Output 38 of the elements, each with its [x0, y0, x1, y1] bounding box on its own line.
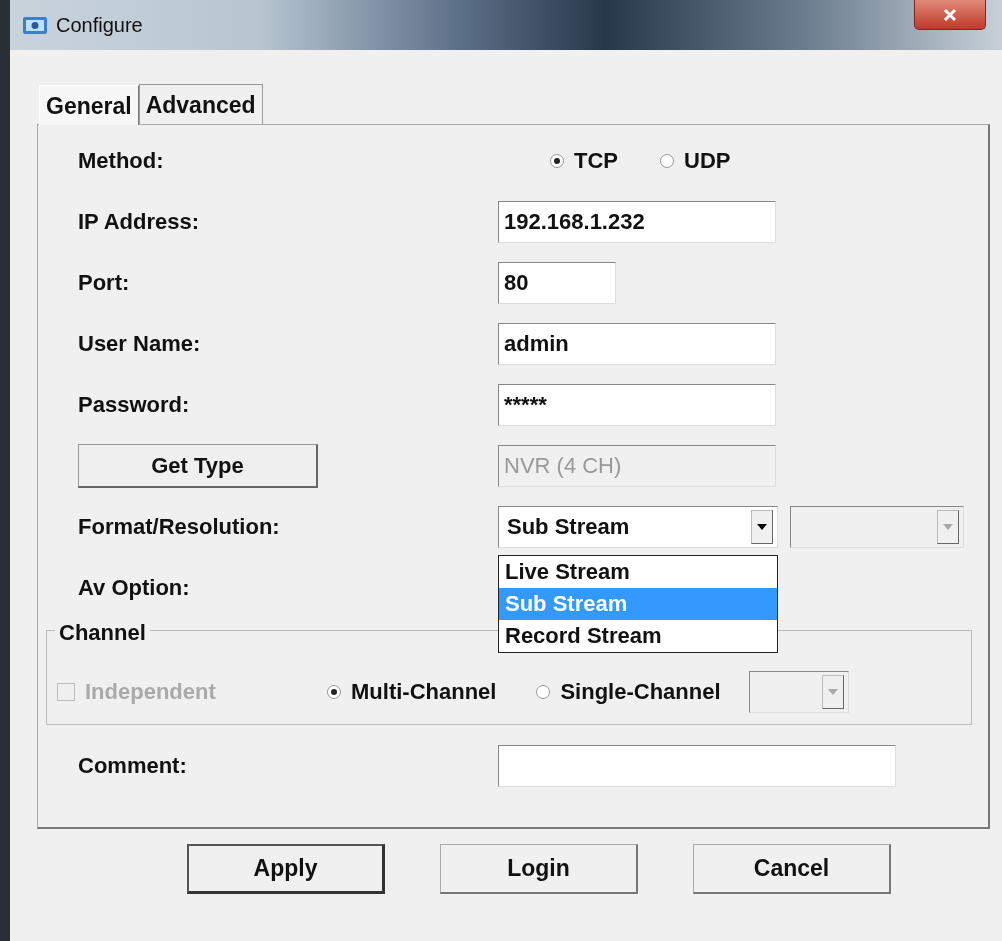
- close-icon: [943, 7, 957, 22]
- dialog-button[interactable]: Login: [440, 844, 638, 894]
- field-label: Format/Resolution:: [78, 513, 281, 541]
- dialog-button[interactable]: Cancel: [693, 844, 891, 894]
- input-field[interactable]: 192.168.1.232: [498, 200, 776, 243]
- radio-label: Single-Channel: [560, 678, 721, 706]
- radio-button[interactable]: [550, 153, 564, 168]
- caret-icon: [827, 688, 838, 695]
- dropdown[interactable]: Sub Stream: [498, 505, 778, 548]
- input-field[interactable]: 80: [498, 261, 616, 304]
- field-label: Method:: [78, 147, 165, 175]
- field-label: Av Option:: [78, 574, 191, 602]
- radio-label: UDP: [684, 147, 731, 175]
- input-field: NVR (4 CH): [498, 444, 776, 487]
- input-field[interactable]: *****: [498, 383, 776, 426]
- close-button[interactable]: [914, 0, 986, 30]
- dialog-button[interactable]: Apply: [187, 844, 385, 894]
- radio-label: TCP: [574, 147, 618, 175]
- input-field[interactable]: admin: [498, 322, 776, 365]
- caret-icon: [943, 523, 953, 530]
- app-icon: [22, 14, 48, 36]
- dropdown-option[interactable]: Live Stream: [499, 556, 777, 588]
- input-field[interactable]: [498, 744, 896, 787]
- radio-label: Multi-Channel: [351, 678, 497, 706]
- field-label: Comment:: [78, 752, 188, 780]
- window-title: Configure: [56, 13, 143, 38]
- field-label: Password:: [78, 391, 191, 419]
- field-label: User Name:: [78, 330, 202, 358]
- field-label: IP Address:: [78, 208, 201, 236]
- tab[interactable]: General: [39, 85, 139, 125]
- dropdown-option[interactable]: Record Stream: [499, 620, 777, 652]
- radio-button[interactable]: [327, 684, 341, 699]
- radio-button[interactable]: [536, 684, 551, 699]
- tab[interactable]: Advanced: [138, 83, 263, 125]
- caret-icon: [757, 523, 767, 530]
- field-label: Port:: [78, 269, 131, 297]
- checkbox-label: Independent: [85, 678, 216, 706]
- radio-button[interactable]: [660, 153, 674, 168]
